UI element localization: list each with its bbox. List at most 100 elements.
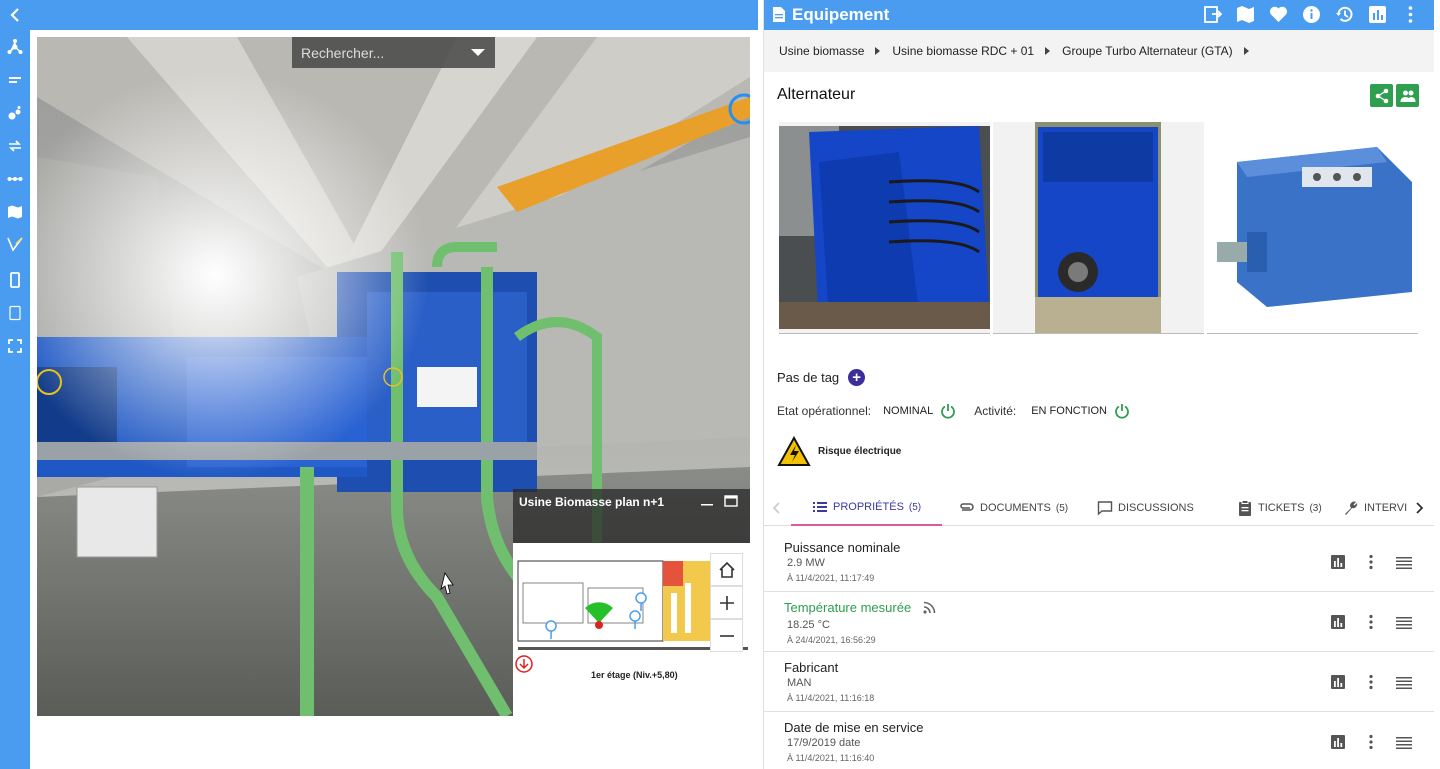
chart-icon[interactable] (1330, 674, 1346, 690)
chat-bubble-icon (1097, 501, 1113, 516)
state-value: NOMINAL (883, 405, 934, 417)
property-name: Date de mise en service (784, 720, 924, 735)
tab-tickets[interactable]: TICKETS (3) (1237, 490, 1322, 526)
home-icon (718, 561, 735, 578)
dots-link-icon[interactable] (0, 164, 30, 194)
property-value: 18.25 °C (787, 619, 830, 631)
minimap-window[interactable]: Usine Biomasse plan n+1 1er étage (Niv.+… (513, 489, 750, 716)
risk-label: Risque électrique (818, 446, 902, 457)
property-name: Température mesurée (784, 600, 912, 615)
more-vertical-icon[interactable] (1363, 554, 1379, 570)
drag-handle-icon[interactable] (1396, 674, 1412, 690)
property-date: À 11/4/2021, 11:17:49 (787, 573, 875, 583)
photo-image (1217, 147, 1412, 307)
equipment-photo[interactable] (993, 122, 1204, 334)
property-date: À 24/4/2021, 16:56:29 (787, 635, 876, 645)
share-button[interactable] (1370, 84, 1393, 107)
transfer-icon[interactable] (0, 131, 30, 161)
activity-value: EN FONCTION (1031, 405, 1107, 417)
status-row: Etat opérationnel: NOMINAL Activité: EN … (777, 403, 1130, 419)
minimap-header: Usine Biomasse plan n+1 (513, 489, 750, 543)
group-icon (1400, 90, 1415, 102)
tab-properties[interactable]: PROPRIÉTÉS (5) (791, 490, 943, 526)
maximize-icon[interactable] (724, 495, 738, 507)
equipment-photo[interactable] (779, 122, 990, 334)
history-icon[interactable] (1335, 5, 1354, 24)
users-button[interactable] (1396, 84, 1419, 107)
drag-handle-icon[interactable] (1396, 554, 1412, 570)
properties-list: Puissance nominale 2.9 MW À 11/4/2021, 1… (764, 532, 1434, 769)
property-row[interactable]: Date de mise en service 17/9/2019 date À… (764, 712, 1434, 769)
collapse-icon[interactable] (0, 0, 30, 30)
tabs-left-arrow-icon[interactable] (770, 500, 784, 516)
map-home-button[interactable] (710, 553, 743, 586)
map-icon[interactable] (0, 197, 30, 227)
minimap-title: Usine Biomasse plan n+1 (519, 495, 665, 509)
property-value: 17/9/2019 date (787, 737, 861, 749)
property-value: MAN (787, 677, 812, 689)
chevron-right-icon (1243, 47, 1249, 55)
dropdown-caret-icon (471, 49, 485, 56)
vector-icon[interactable] (0, 229, 30, 259)
clipboard-icon (1239, 500, 1251, 516)
tabs-right-arrow-icon[interactable] (1412, 500, 1426, 516)
info-icon[interactable] (1302, 5, 1321, 24)
property-row[interactable]: Température mesurée 18.25 °C À 24/4/2021… (764, 592, 1434, 652)
list-icon[interactable] (0, 65, 30, 95)
export-icon[interactable] (1203, 5, 1222, 24)
more-vertical-icon[interactable] (1363, 614, 1379, 630)
more-vertical-icon[interactable] (1363, 734, 1379, 750)
panorama-viewer[interactable]: Rechercher... Usine Biomasse plan n+1 1e… (37, 37, 750, 716)
equipment-photo[interactable] (1207, 122, 1418, 334)
panel-title: Equipement (792, 5, 890, 24)
map-zoom-out-button[interactable] (710, 619, 743, 652)
photo-gallery (779, 122, 1419, 334)
property-row[interactable]: Fabricant MAN À 11/4/2021, 11:16:18 (764, 652, 1434, 712)
detail-tabs: PROPRIÉTÉS (5) DOCUMENTS (5) DISCUSSIONS… (764, 490, 1434, 526)
tab-documents[interactable]: DOCUMENTS (5) (959, 490, 1068, 526)
chevron-right-icon (875, 47, 881, 55)
phone-portrait-icon[interactable] (0, 265, 30, 295)
breadcrumb-item[interactable]: Usine biomasse (779, 44, 892, 58)
document-icon (773, 7, 785, 22)
drag-handle-icon[interactable] (1396, 734, 1412, 750)
floor-plan[interactable]: 1er étage (Niv.+5,80) (513, 543, 750, 716)
chart-icon[interactable] (1330, 554, 1346, 570)
breadcrumb-item[interactable]: Usine biomasse RDC + 01 (892, 44, 1062, 58)
equipment-name: Alternateur (777, 86, 856, 103)
state-label: Etat opérationnel: (777, 404, 872, 418)
minus-icon (719, 634, 734, 637)
photo-image (779, 126, 990, 329)
chart-icon[interactable] (1368, 5, 1387, 24)
map-icon[interactable] (1236, 5, 1255, 24)
photo-image (1035, 122, 1161, 333)
viewer-top-bar (30, 0, 758, 30)
tag-row: Pas de tag + (777, 369, 866, 386)
search-dropdown[interactable]: Rechercher... (292, 37, 495, 68)
tab-discussions[interactable]: DISCUSSIONS (1097, 490, 1194, 526)
more-vertical-icon[interactable] (1401, 5, 1420, 24)
share-icon (1375, 88, 1388, 103)
map-zoom-in-button[interactable] (710, 586, 743, 619)
heart-icon[interactable] (1269, 5, 1288, 24)
property-row[interactable]: Puissance nominale 2.9 MW À 11/4/2021, 1… (764, 532, 1434, 592)
chart-icon[interactable] (1330, 614, 1346, 630)
plus-icon (719, 595, 734, 610)
drag-handle-icon[interactable] (1396, 614, 1412, 630)
network-icon[interactable] (0, 32, 30, 62)
breadcrumb-item[interactable]: Groupe Turbo Alternateur (GTA) (1062, 44, 1261, 58)
left-toolbar (0, 0, 30, 769)
property-name: Fabricant (784, 660, 839, 675)
wrench-icon (1345, 501, 1358, 515)
tab-interventions[interactable]: INTERVI (1343, 490, 1407, 526)
risk-row: Risque électrique (777, 436, 901, 467)
fullscreen-icon[interactable] (0, 331, 30, 361)
chart-icon[interactable] (1330, 734, 1346, 750)
chevron-right-icon (1045, 47, 1051, 55)
minimize-icon[interactable] (700, 495, 714, 507)
tablet-icon[interactable] (0, 298, 30, 328)
bubbles-icon[interactable] (0, 98, 30, 128)
add-tag-button[interactable]: + (848, 369, 866, 386)
equipment-panel: Equipement Usine biomasse Usine biomasse… (763, 0, 1434, 769)
more-vertical-icon[interactable] (1363, 674, 1379, 690)
